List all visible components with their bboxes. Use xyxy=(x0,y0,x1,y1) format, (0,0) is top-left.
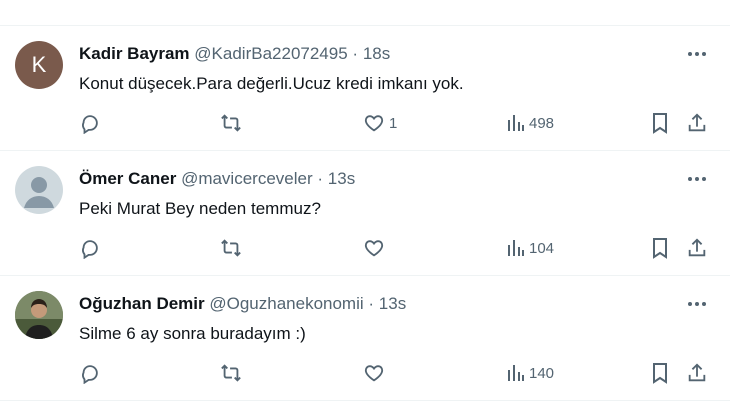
repost-icon xyxy=(220,237,242,259)
repost-button[interactable] xyxy=(220,235,242,261)
reply-button[interactable] xyxy=(79,235,101,261)
timestamp[interactable]: 13s xyxy=(328,169,355,188)
bookmark-icon xyxy=(650,362,670,384)
share-icon xyxy=(686,112,708,134)
author-name[interactable]: Oğuzhan Demir xyxy=(79,294,205,313)
tweet[interactable]: Ömer Caner @mavicerceveler · 13s Peki Mu… xyxy=(0,151,730,276)
views-icon xyxy=(507,364,525,382)
views-icon xyxy=(507,239,525,257)
separator-dot: · xyxy=(352,44,359,63)
timestamp[interactable]: 13s xyxy=(379,294,406,313)
profile-photo xyxy=(15,291,63,339)
bookmark-button[interactable] xyxy=(650,110,670,136)
bookmark-icon xyxy=(650,237,670,259)
bookmark-button[interactable] xyxy=(650,360,670,386)
tweet-header: Ömer Caner @mavicerceveler · 13s xyxy=(79,168,355,190)
views-button[interactable]: 140 xyxy=(507,360,554,386)
repost-button[interactable] xyxy=(220,110,242,136)
heart-icon xyxy=(363,112,385,134)
reply-icon xyxy=(79,237,101,259)
tweet[interactable]: K Kadir Bayram @KadirBa22072495 · 18s Ko… xyxy=(0,26,730,151)
author-handle[interactable]: @Oguzhanekonomii xyxy=(209,294,363,313)
avatar[interactable]: K xyxy=(15,41,63,89)
tweet-header: Kadir Bayram @KadirBa22072495 · 18s xyxy=(79,43,390,65)
share-button[interactable] xyxy=(686,110,708,136)
action-bar: 104 xyxy=(0,235,730,261)
heart-icon xyxy=(363,362,385,384)
reply-icon xyxy=(79,362,101,384)
more-icon[interactable] xyxy=(686,169,708,189)
default-profile-icon xyxy=(24,177,54,208)
avatar[interactable] xyxy=(15,166,63,214)
reply-feed: K Kadir Bayram @KadirBa22072495 · 18s Ko… xyxy=(0,0,730,420)
avatar[interactable] xyxy=(15,291,63,339)
share-icon xyxy=(686,237,708,259)
reply-button[interactable] xyxy=(79,110,101,136)
avatar-letter: K xyxy=(31,52,47,77)
author-name[interactable]: Kadir Bayram xyxy=(79,44,190,63)
views-icon xyxy=(507,114,525,132)
author-handle[interactable]: @KadirBa22072495 xyxy=(194,44,347,63)
action-bar: 140 xyxy=(0,360,730,386)
timestamp[interactable]: 18s xyxy=(363,44,390,63)
author-name[interactable]: Ömer Caner xyxy=(79,169,176,188)
tweet-header: Oğuzhan Demir @Oguzhanekonomii · 13s xyxy=(79,293,406,315)
author-handle[interactable]: @mavicerceveler xyxy=(181,169,313,188)
reply-button[interactable] xyxy=(79,360,101,386)
tweet[interactable]: Oğuzhan Demir @Oguzhanekonomii · 13s Sil… xyxy=(0,276,730,401)
view-count: 104 xyxy=(529,239,555,257)
share-button[interactable] xyxy=(686,235,708,261)
view-count: 498 xyxy=(529,114,555,132)
reply-icon xyxy=(79,112,101,134)
tweet-text: Konut düşecek.Para değerli.Ucuz kredi im… xyxy=(79,74,464,93)
tweet-text: Peki Murat Bey neden temmuz? xyxy=(79,199,321,218)
more-icon[interactable] xyxy=(686,294,708,314)
repost-icon xyxy=(220,112,242,134)
views-button[interactable]: 498 xyxy=(507,110,554,136)
separator-dot: · xyxy=(317,169,324,188)
like-button[interactable]: 1 xyxy=(363,110,397,136)
like-count: 1 xyxy=(389,114,398,132)
repost-button[interactable] xyxy=(220,360,242,386)
bookmark-icon xyxy=(650,112,670,134)
share-button[interactable] xyxy=(686,360,708,386)
repost-icon xyxy=(220,362,242,384)
bookmark-button[interactable] xyxy=(650,235,670,261)
like-button[interactable] xyxy=(363,235,389,261)
action-bar: 1 498 xyxy=(0,110,730,136)
view-count: 140 xyxy=(529,364,555,382)
separator-dot: · xyxy=(368,294,375,313)
heart-icon xyxy=(363,237,385,259)
views-button[interactable]: 104 xyxy=(507,235,554,261)
more-icon[interactable] xyxy=(686,44,708,64)
like-button[interactable] xyxy=(363,360,389,386)
tweet-text: Silme 6 ay sonra buradayım :) xyxy=(79,324,306,343)
share-icon xyxy=(686,362,708,384)
feed-top-divider xyxy=(0,0,730,26)
